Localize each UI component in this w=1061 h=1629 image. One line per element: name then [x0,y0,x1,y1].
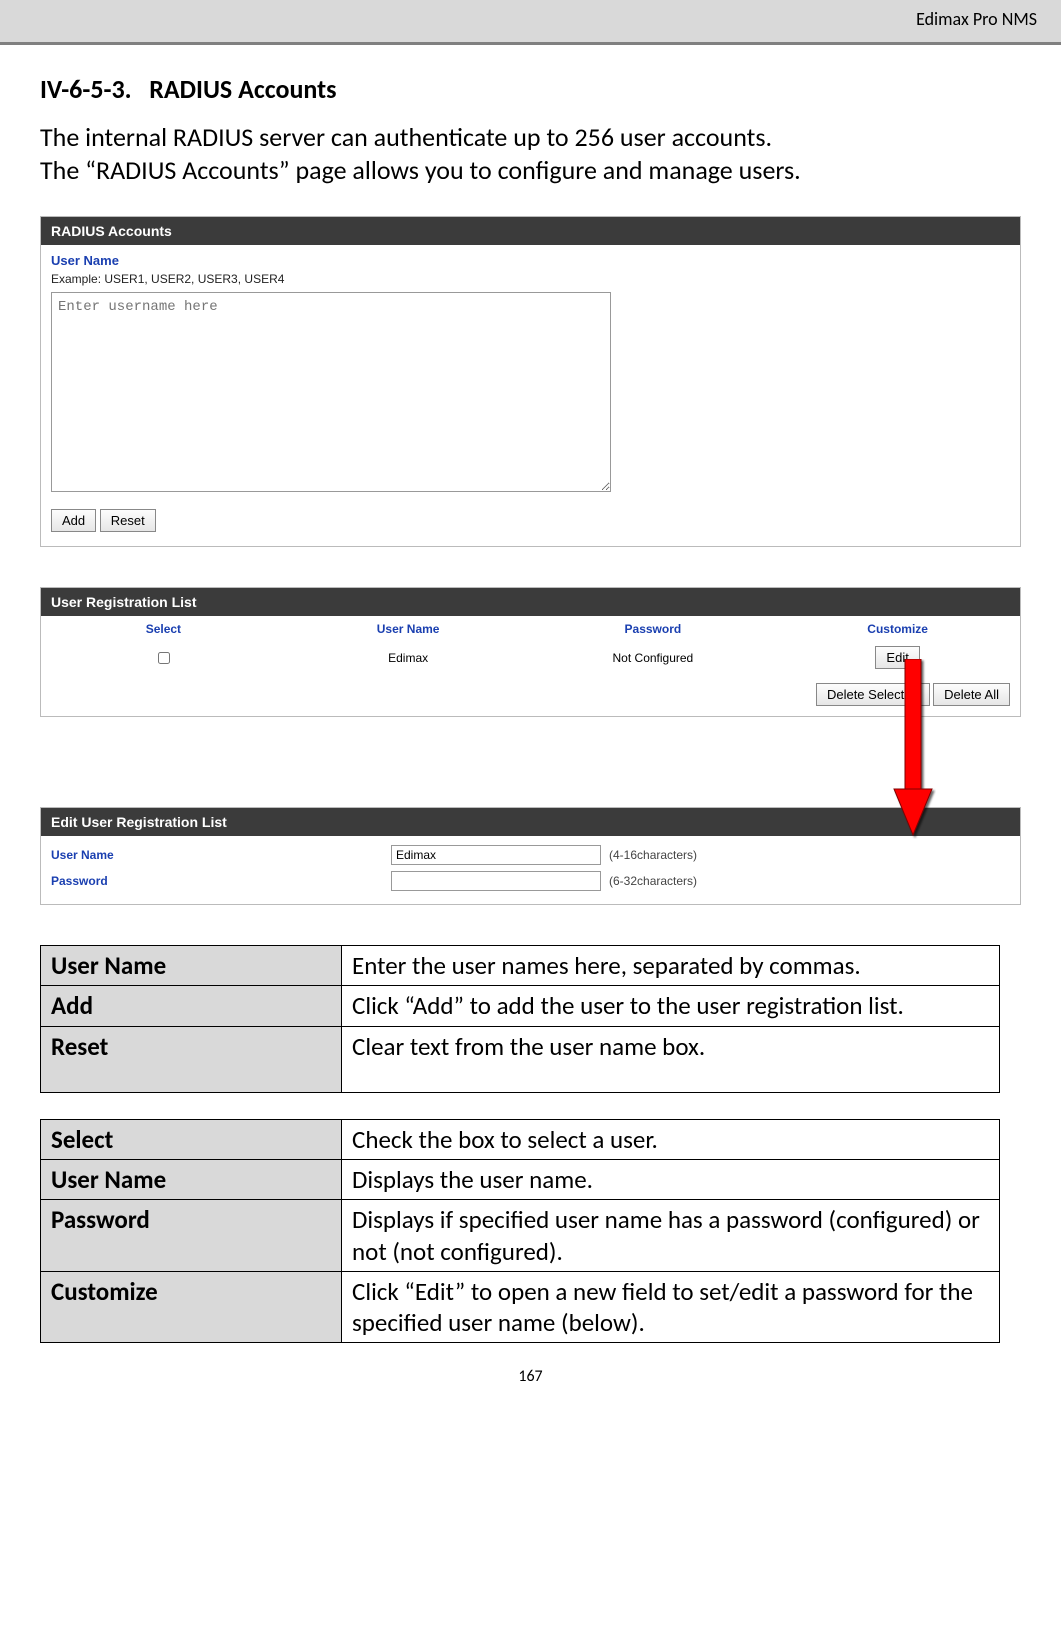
delete-selected-button[interactable]: Delete Selected [816,683,930,706]
panel-title: RADIUS Accounts [41,217,1020,245]
radius-accounts-panel: RADIUS Accounts User Name Example: USER1… [40,216,1021,547]
table-row: Customize Click “Edit” to open a new fie… [41,1271,1000,1343]
desc-val: Click “Add” to add the user to the user … [342,986,1000,1026]
desc-val: Displays the user name. [342,1160,1000,1200]
intro-text: The internal RADIUS server can authentic… [40,121,1021,186]
page-header: Edimax Pro NMS [0,0,1061,45]
desc-key: User Name [41,1160,342,1200]
description-table-1: User Name Enter the user names here, sep… [40,945,1000,1093]
desc-key: Customize [41,1271,342,1343]
username-hint: (4-16characters) [609,848,697,862]
col-username: User Name [286,622,531,636]
section-heading: IV-6-5-3. RADIUS Accounts [40,73,1021,105]
desc-val: Enter the user names here, separated by … [342,946,1000,986]
desc-val: Displays if specified user name has a pa… [342,1200,1000,1272]
desc-key: Password [41,1200,342,1272]
desc-val: Clear text from the user name box. [342,1026,1000,1092]
intro-line-1: The internal RADIUS server can authentic… [40,121,1021,154]
section-number: IV-6-5-3. [40,73,132,105]
panel-title: Edit User Registration List [41,808,1020,836]
edit-user-registration-panel: Edit User Registration List User Name (4… [40,807,1021,905]
table-row: User Name Enter the user names here, sep… [41,946,1000,986]
user-registration-list-panel: User Registration List Select User Name … [40,587,1021,717]
desc-key: Add [41,986,342,1026]
table-row: Edimax Not Configured Edit [41,642,1020,677]
edit-username-input[interactable] [391,845,601,865]
intro-line-2: The “RADIUS Accounts” page allows you to… [40,154,1021,187]
delete-all-button[interactable]: Delete All [933,683,1010,706]
row-password: Not Configured [531,651,776,665]
table-row: Reset Clear text from the user name box. [41,1026,1000,1092]
desc-key: Select [41,1119,342,1159]
add-button[interactable]: Add [51,509,96,532]
edit-password-label: Password [51,874,391,888]
table-row: Add Click “Add” to add the user to the u… [41,986,1000,1026]
col-select: Select [41,622,286,636]
select-checkbox[interactable] [158,652,170,664]
section-title: RADIUS Accounts [149,73,336,105]
username-label: User Name [51,253,1010,268]
desc-val: Check the box to select a user. [342,1119,1000,1159]
panel-title: User Registration List [41,588,1020,616]
table-row: Select Check the box to select a user. [41,1119,1000,1159]
page-number: 167 [0,1343,1061,1396]
desc-key: User Name [41,946,342,986]
product-name: Edimax Pro NMS [916,8,1037,30]
table-row: User Name Displays the user name. [41,1160,1000,1200]
description-table-2: Select Check the box to select a user. U… [40,1119,1000,1344]
edit-password-input[interactable] [391,871,601,891]
reg-table-header: Select User Name Password Customize [41,616,1020,642]
row-username: Edimax [286,651,531,665]
desc-key: Reset [41,1026,342,1092]
example-text: Example: USER1, USER2, USER3, USER4 [51,272,1010,286]
table-row: Password Displays if specified user name… [41,1200,1000,1272]
desc-val: Click “Edit” to open a new field to set/… [342,1271,1000,1343]
edit-username-label: User Name [51,848,391,862]
col-password: Password [531,622,776,636]
reset-button[interactable]: Reset [100,509,156,532]
col-customize: Customize [775,622,1020,636]
password-hint: (6-32characters) [609,874,697,888]
username-textarea[interactable] [51,292,611,492]
edit-button[interactable]: Edit [875,646,919,669]
